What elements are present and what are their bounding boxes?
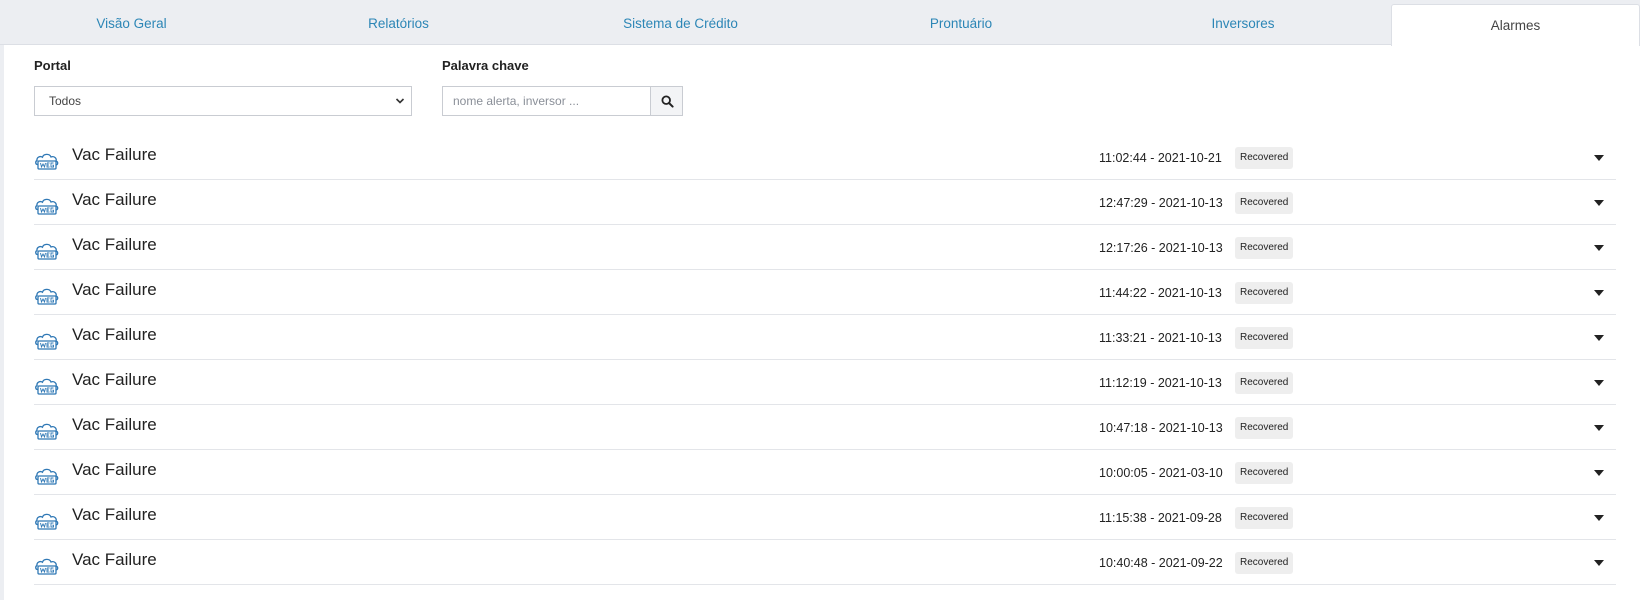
- status-badge: Recovered: [1235, 372, 1294, 394]
- alarm-name: Vac Failure: [72, 190, 157, 209]
- caret-down-icon[interactable]: [1594, 245, 1604, 251]
- alarm-timestamp: 10:40:48 - 2021-09-22: [1099, 556, 1223, 570]
- status-badge: Recovered: [1235, 507, 1294, 529]
- weg-cloud-logo-icon: [35, 513, 59, 530]
- alarm-row[interactable]: Vac Failure 12:17:26 - 2021-10-13 Recove…: [34, 225, 1616, 270]
- alarm-timestamp: 11:12:19 - 2021-10-13: [1099, 376, 1222, 390]
- alarm-name: Vac Failure: [72, 415, 157, 434]
- alarm-timestamp: 11:44:22 - 2021-10-13: [1099, 286, 1222, 300]
- tab-relatorios[interactable]: Relatórios: [263, 0, 534, 45]
- caret-down-icon[interactable]: [1594, 290, 1604, 296]
- keyword-label: Palavra chave: [442, 58, 529, 73]
- caret-down-icon[interactable]: [1594, 425, 1604, 431]
- alarm-row[interactable]: Vac Failure 11:44:22 - 2021-10-13 Recove…: [34, 270, 1616, 315]
- left-border: [0, 45, 4, 600]
- status-badge: Recovered: [1235, 237, 1294, 259]
- weg-cloud-logo-icon: [35, 468, 59, 485]
- weg-cloud-logo-icon: [35, 333, 59, 350]
- alarm-name: Vac Failure: [72, 460, 157, 479]
- alarm-name: Vac Failure: [72, 325, 157, 344]
- alarm-row[interactable]: Vac Failure 11:12:19 - 2021-10-13 Recove…: [34, 360, 1616, 405]
- tab-prontuario[interactable]: Prontuário: [827, 0, 1095, 45]
- alarm-name: Vac Failure: [72, 145, 157, 164]
- tab-sistema-de-credito[interactable]: Sistema de Crédito: [534, 0, 827, 45]
- keyword-search-input[interactable]: [442, 86, 650, 116]
- alarm-row[interactable]: Vac Failure 10:40:48 - 2021-09-22 Recove…: [34, 540, 1616, 585]
- status-badge: Recovered: [1235, 327, 1294, 349]
- portal-select-value: Todos: [49, 94, 82, 108]
- portal-label: Portal: [34, 58, 71, 73]
- alarm-timestamp: 10:00:05 - 2021-03-10: [1099, 466, 1223, 480]
- alarm-timestamp: 10:47:18 - 2021-10-13: [1099, 421, 1223, 435]
- caret-down-icon[interactable]: [1594, 515, 1604, 521]
- caret-down-icon[interactable]: [1594, 335, 1604, 341]
- alarm-name: Vac Failure: [72, 280, 157, 299]
- alarm-list: Vac Failure 11:02:44 - 2021-10-21 Recove…: [34, 135, 1616, 585]
- alarm-name: Vac Failure: [72, 550, 157, 569]
- status-badge: Recovered: [1235, 552, 1294, 574]
- alarm-row[interactable]: Vac Failure 11:02:44 - 2021-10-21 Recove…: [34, 135, 1616, 180]
- search-icon: [661, 95, 674, 108]
- weg-cloud-logo-icon: [35, 558, 59, 575]
- caret-down-icon[interactable]: [1594, 560, 1604, 566]
- status-badge: Recovered: [1235, 417, 1294, 439]
- alarm-row[interactable]: Vac Failure 10:00:05 - 2021-03-10 Recove…: [34, 450, 1616, 495]
- weg-cloud-logo-icon: [35, 153, 59, 170]
- weg-cloud-logo-icon: [35, 288, 59, 305]
- alarm-row[interactable]: Vac Failure 10:47:18 - 2021-10-13 Recove…: [34, 405, 1616, 450]
- search-button[interactable]: [650, 86, 683, 116]
- tab-alarmes[interactable]: Alarmes: [1391, 4, 1640, 46]
- alarm-timestamp: 11:33:21 - 2021-10-13: [1099, 331, 1222, 345]
- tab-visao-geral[interactable]: Visão Geral: [0, 0, 263, 45]
- status-badge: Recovered: [1235, 147, 1294, 169]
- status-badge: Recovered: [1235, 192, 1294, 214]
- alarm-name: Vac Failure: [72, 505, 157, 524]
- weg-cloud-logo-icon: [35, 198, 59, 215]
- alarm-row[interactable]: Vac Failure 11:15:38 - 2021-09-28 Recove…: [34, 495, 1616, 540]
- caret-down-icon[interactable]: [1594, 200, 1604, 206]
- status-badge: Recovered: [1235, 462, 1294, 484]
- portal-select[interactable]: Todos: [34, 86, 412, 116]
- weg-cloud-logo-icon: [35, 243, 59, 260]
- chevron-down-icon: [395, 98, 405, 104]
- alarm-name: Vac Failure: [72, 235, 157, 254]
- caret-down-icon[interactable]: [1594, 155, 1604, 161]
- alarm-name: Vac Failure: [72, 370, 157, 389]
- alarm-timestamp: 11:02:44 - 2021-10-21: [1099, 151, 1222, 165]
- tab-inversores[interactable]: Inversores: [1095, 0, 1391, 45]
- caret-down-icon[interactable]: [1594, 380, 1604, 386]
- weg-cloud-logo-icon: [35, 423, 59, 440]
- alarm-timestamp: 11:15:38 - 2021-09-28: [1099, 511, 1222, 525]
- alarm-row[interactable]: Vac Failure 11:33:21 - 2021-10-13 Recove…: [34, 315, 1616, 360]
- alarm-timestamp: 12:17:26 - 2021-10-13: [1099, 241, 1223, 255]
- caret-down-icon[interactable]: [1594, 470, 1604, 476]
- alarm-row[interactable]: Vac Failure 12:47:29 - 2021-10-13 Recove…: [34, 180, 1616, 225]
- weg-cloud-logo-icon: [35, 378, 59, 395]
- status-badge: Recovered: [1235, 282, 1294, 304]
- tab-bar: Visão Geral Relatórios Sistema de Crédit…: [0, 0, 1640, 46]
- alarm-timestamp: 12:47:29 - 2021-10-13: [1099, 196, 1223, 210]
